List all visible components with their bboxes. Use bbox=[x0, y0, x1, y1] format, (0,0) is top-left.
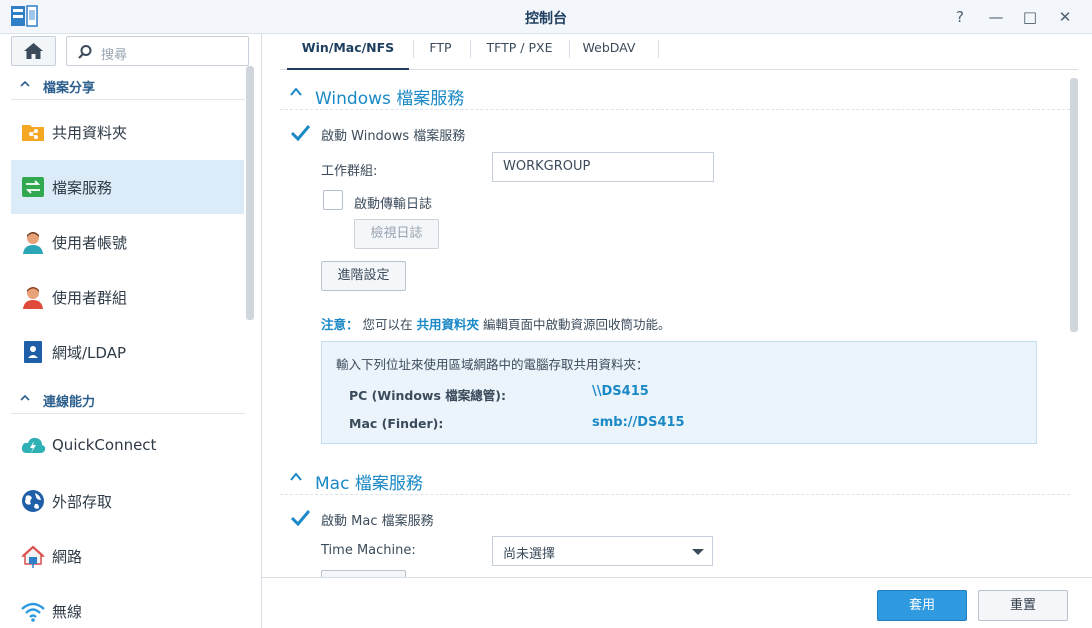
mac-section-title: Mac 檔案服務 bbox=[315, 474, 423, 494]
sidebar-item-network[interactable]: 網路 bbox=[11, 529, 244, 583]
windows-section-header[interactable]: Windows 檔案服務 bbox=[280, 72, 1070, 110]
chevron-up-icon bbox=[290, 472, 302, 481]
time-machine-value: 尚未選擇 bbox=[503, 547, 556, 562]
transfer-log-checkbox[interactable] bbox=[323, 190, 343, 210]
transfer-log-label: 啟動傳輸日誌 bbox=[354, 197, 433, 212]
note-prefix: 注意： bbox=[321, 317, 359, 332]
search-icon bbox=[78, 45, 92, 59]
title-bar: 控制台 ? — □ ✕ bbox=[0, 0, 1092, 34]
section-file-sharing[interactable]: 檔案分享 bbox=[11, 70, 245, 100]
windows-section-title: Windows 檔案服務 bbox=[315, 89, 465, 109]
settings-panel: Windows 檔案服務 啟動 Windows 檔案服務 工作群組: WORKG… bbox=[280, 70, 1078, 577]
sidebar-item-label: 網路 bbox=[52, 548, 83, 566]
sidebar-scrollbar[interactable] bbox=[246, 66, 254, 320]
reset-button[interactable]: 重置 bbox=[978, 590, 1068, 621]
sidebar-item-wireless[interactable]: 無線 bbox=[11, 584, 244, 628]
sidebar-item-shared-folder[interactable]: 共用資料夾 bbox=[11, 105, 244, 159]
time-machine-select[interactable]: 尚未選擇 bbox=[492, 536, 713, 566]
footer-bar: 套用 重置 bbox=[262, 577, 1092, 628]
tab-webdav[interactable]: WebDAV bbox=[571, 34, 647, 70]
domain-ldap-icon bbox=[24, 341, 42, 363]
tab-divider bbox=[569, 40, 570, 58]
file-services-icon bbox=[22, 177, 44, 197]
tab-win-mac-nfs[interactable]: Win/Mac/NFS bbox=[287, 34, 409, 70]
section-label: 檔案分享 bbox=[43, 81, 96, 96]
pc-access-label: PC (Windows 檔案總管): bbox=[349, 388, 506, 403]
access-info-intro: 輸入下列位址來使用區域網路中的電腦存取共用資料夾： bbox=[336, 357, 649, 372]
dropdown-caret-icon bbox=[692, 549, 704, 555]
section-connectivity[interactable]: 連線能力 bbox=[11, 384, 245, 414]
search-box[interactable]: 搜尋 bbox=[66, 36, 249, 66]
sidebar: 搜尋 檔案分享 共用資料夾 檔案服務 使用者帳號 使用者群組 網域/LDAP 連… bbox=[0, 34, 262, 628]
chevron-up-icon bbox=[20, 80, 30, 87]
windows-enable-checkbox[interactable] bbox=[290, 123, 310, 143]
mac-enable-label: 啟動 Mac 檔案服務 bbox=[321, 514, 434, 529]
maximize-button[interactable]: □ bbox=[1019, 6, 1041, 28]
sidebar-item-label: 檔案服務 bbox=[52, 179, 113, 197]
windows-enable-label: 啟動 Windows 檔案服務 bbox=[321, 129, 466, 144]
mac-section-header[interactable]: Mac 檔案服務 bbox=[280, 457, 1070, 495]
window-title: 控制台 bbox=[525, 11, 567, 27]
group-icon bbox=[23, 287, 43, 309]
sidebar-item-label: 無線 bbox=[52, 603, 83, 621]
shared-folder-link[interactable]: 共用資料夾 bbox=[417, 317, 480, 332]
mac-enable-checkbox[interactable] bbox=[290, 508, 310, 528]
home-button[interactable] bbox=[11, 36, 56, 66]
external-access-icon bbox=[22, 490, 44, 512]
sidebar-item-label: 共用資料夾 bbox=[52, 124, 128, 142]
apply-button[interactable]: 套用 bbox=[877, 590, 967, 621]
close-button[interactable]: ✕ bbox=[1054, 6, 1076, 28]
sidebar-item-user[interactable]: 使用者帳號 bbox=[11, 215, 244, 269]
tab-divider bbox=[658, 40, 659, 58]
tab-ftp[interactable]: FTP bbox=[414, 34, 467, 70]
mac-access-label: Mac (Finder): bbox=[349, 416, 444, 431]
shared-folder-icon bbox=[22, 125, 44, 141]
sidebar-item-label: 使用者帳號 bbox=[52, 234, 128, 252]
workgroup-input[interactable]: WORKGROUP bbox=[492, 152, 714, 182]
chevron-up-icon bbox=[290, 87, 302, 96]
time-machine-label: Time Machine: bbox=[321, 543, 416, 558]
tab-bar: Win/Mac/NFS FTP TFTP / PXE WebDAV bbox=[280, 34, 1078, 70]
home-icon bbox=[24, 43, 43, 59]
quickconnect-icon bbox=[21, 437, 46, 453]
mac-access-path: smb://DS415 bbox=[592, 415, 685, 430]
note-text: 您可以在 bbox=[362, 317, 413, 332]
view-log-button[interactable]: 檢視日誌 bbox=[354, 219, 439, 249]
sidebar-item-label: 使用者群組 bbox=[52, 289, 128, 307]
note-text: 編輯頁面中啟動資源回收筒功能。 bbox=[483, 317, 671, 332]
sidebar-item-quickconnect[interactable]: QuickConnect bbox=[11, 419, 244, 473]
access-info-box: 輸入下列位址來使用區域網路中的電腦存取共用資料夾： PC (Windows 檔案… bbox=[321, 341, 1037, 444]
help-button[interactable]: ? bbox=[949, 6, 971, 28]
section-label: 連線能力 bbox=[43, 395, 96, 410]
sidebar-item-label: 外部存取 bbox=[52, 493, 113, 511]
workgroup-label: 工作群組: bbox=[321, 164, 378, 179]
content-scrollbar[interactable] bbox=[1070, 78, 1078, 332]
tab-tftp-pxe[interactable]: TFTP / PXE bbox=[471, 34, 568, 70]
advanced-settings-button[interactable]: 進階設定 bbox=[321, 261, 406, 291]
sidebar-item-label: 網域/LDAP bbox=[52, 344, 127, 362]
sidebar-item-external-access[interactable]: 外部存取 bbox=[11, 474, 244, 528]
search-placeholder: 搜尋 bbox=[101, 48, 128, 63]
wireless-icon bbox=[21, 602, 45, 622]
sidebar-item-domain-ldap[interactable]: 網域/LDAP bbox=[11, 325, 244, 379]
pc-access-path: \\DS415 bbox=[592, 384, 649, 399]
network-icon bbox=[21, 545, 45, 568]
minimize-button[interactable]: — bbox=[985, 6, 1007, 28]
sidebar-item-group[interactable]: 使用者群組 bbox=[11, 270, 244, 324]
sidebar-item-label: QuickConnect bbox=[52, 436, 157, 454]
recycle-bin-note: 注意： 您可以在 共用資料夾 編輯頁面中啟動資源回收筒功能。 bbox=[321, 314, 1061, 333]
chevron-up-icon bbox=[20, 394, 30, 401]
sidebar-item-file-services[interactable]: 檔案服務 bbox=[11, 160, 244, 214]
user-icon bbox=[23, 232, 43, 254]
partial-button[interactable] bbox=[321, 570, 406, 577]
